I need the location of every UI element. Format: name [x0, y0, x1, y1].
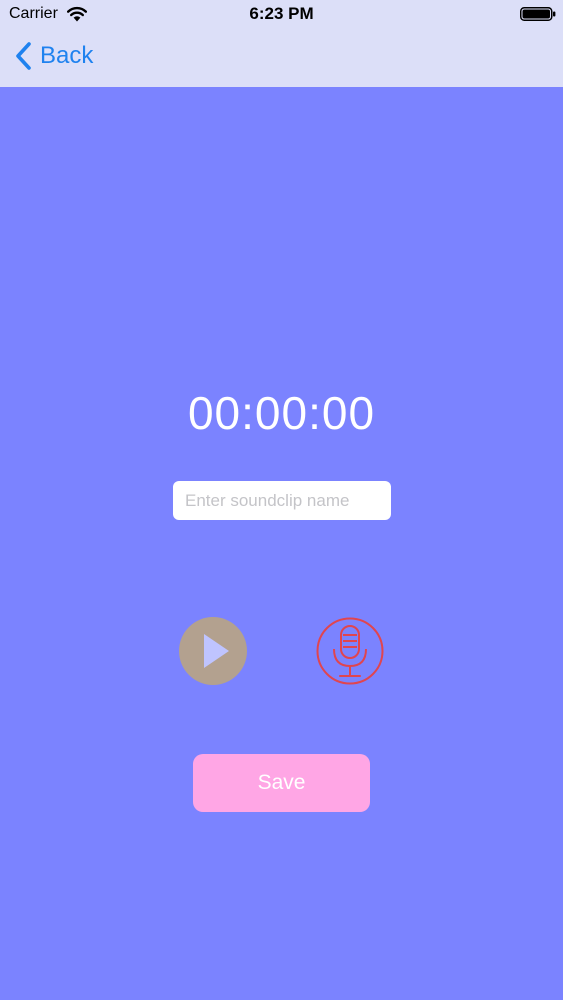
status-bar: Carrier 6:23 PM: [0, 0, 563, 30]
clock: 6:23 PM: [249, 4, 314, 23]
battery-icon: [520, 7, 556, 21]
microphone-icon: [316, 617, 384, 685]
back-label: Back: [40, 42, 94, 69]
play-button[interactable]: [179, 617, 247, 685]
play-icon: [204, 634, 229, 668]
recording-timer: 00:00:00: [187, 387, 376, 439]
back-button[interactable]: Back: [14, 40, 93, 72]
soundclip-name-input[interactable]: [173, 481, 391, 520]
save-button[interactable]: Save: [193, 754, 370, 812]
chevron-left-icon: [16, 42, 31, 70]
record-button[interactable]: [315, 616, 385, 686]
top-bar: Carrier 6:23 PM Back: [0, 0, 563, 87]
